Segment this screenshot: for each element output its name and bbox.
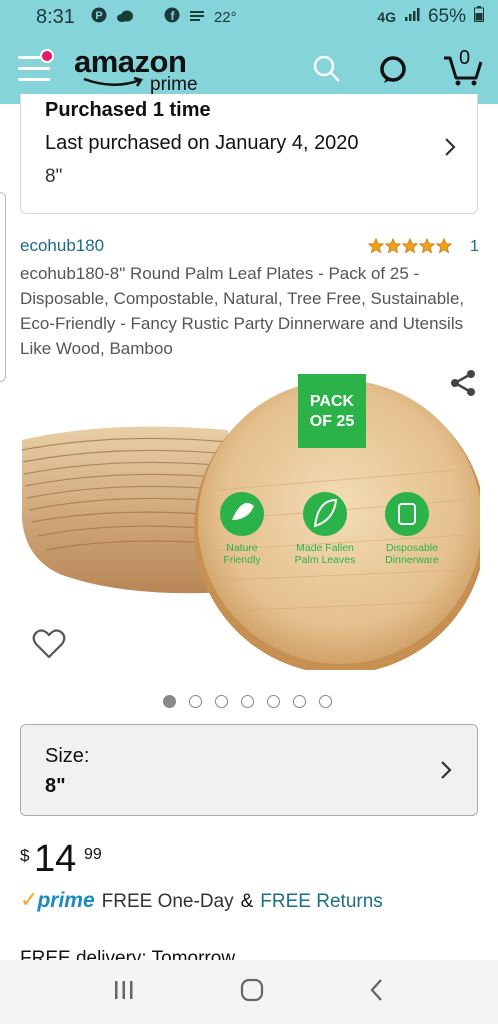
recent-apps-button[interactable] (112, 979, 136, 1006)
image-pagination[interactable] (163, 695, 332, 708)
logo-subtext: prime (150, 74, 198, 95)
price-fraction: 99 (84, 846, 102, 863)
palm-leaf-icon (303, 492, 347, 536)
star-icon (402, 238, 418, 254)
alexa-icon[interactable] (378, 54, 408, 89)
network-type: 4G (377, 9, 396, 25)
purchased-times: Purchased 1 time (45, 99, 211, 121)
cart-icon[interactable]: 0 (442, 47, 484, 91)
amazon-prime-logo[interactable]: amazon prime (74, 44, 198, 95)
home-button[interactable] (239, 977, 265, 1008)
cloud-icon (116, 9, 134, 26)
size-label: Size: (45, 745, 90, 767)
product-title: ecohub180-8" Round Palm Leaf Plates - Pa… (20, 264, 465, 358)
pagination-dot[interactable] (241, 695, 254, 708)
pagination-dot[interactable] (215, 695, 228, 708)
temperature: 22° (213, 8, 237, 26)
notification-icons: P f 22° (91, 7, 237, 27)
notification-dot (40, 49, 54, 63)
share-icon[interactable] (448, 368, 478, 403)
star-icon (385, 238, 401, 254)
star-rating[interactable] (368, 238, 452, 254)
feature2-line2: Palm Leaves (295, 554, 356, 566)
star-icon (368, 238, 384, 254)
purchased-size: 8" (45, 166, 63, 187)
logo-text: amazon (74, 44, 187, 79)
feature1-line2: Friendly (223, 554, 261, 566)
pagination-dot[interactable] (319, 695, 332, 708)
last-purchased-date: Last purchased on January 4, 2020 (45, 132, 359, 154)
pagination-dot[interactable] (267, 695, 280, 708)
price-whole: 14 (34, 838, 77, 880)
moon-icon (143, 8, 155, 26)
pinterest-icon: P (91, 7, 107, 27)
pack-badge (298, 374, 366, 448)
size-value: 8" (45, 775, 66, 797)
smile-icon (83, 76, 143, 87)
star-icon (419, 238, 435, 254)
chevron-right-icon (443, 136, 457, 163)
heart-icon[interactable] (32, 628, 66, 665)
brand-link[interactable]: ecohub180 (20, 236, 104, 256)
badge-line1: PACK (310, 393, 355, 410)
facebook-icon: f (164, 7, 180, 27)
signal-icon (404, 6, 420, 28)
size-selector[interactable]: Size: 8" (20, 724, 478, 816)
system-nav-bar (0, 960, 498, 1024)
battery-level: 65% (427, 6, 466, 27)
feature2-line1: Made Fallen (296, 542, 354, 554)
pagination-dot[interactable] (293, 695, 306, 708)
free-one-day: FREE One-Day (101, 891, 234, 912)
clock: 8:31 (36, 5, 75, 28)
menu-button[interactable] (18, 49, 54, 84)
delivery-date: FREE delivery: Tomorrow (20, 948, 236, 960)
badge-line2: OF 25 (310, 413, 355, 430)
dinnerware-icon (385, 492, 429, 536)
star-icon (436, 238, 452, 254)
rating-count[interactable]: 1 (470, 238, 479, 256)
free-returns-link[interactable]: FREE Returns (260, 891, 382, 913)
system-indicators: 4G 65% (377, 6, 484, 28)
back-button[interactable] (368, 977, 386, 1008)
prime-delivery: ✓ prime FREE One-Day & FREE Returns (20, 887, 383, 913)
status-bar: 8:31 P f 22° 4G 65% (0, 0, 498, 34)
feature3-line1: Disposable (386, 542, 438, 554)
prime-label: prime (37, 889, 95, 912)
pagination-dot[interactable] (163, 695, 176, 708)
purchase-history-card[interactable]: Purchased 1 time Last purchased on Janua… (20, 94, 478, 214)
product-image[interactable]: PACK OF 25 Nature Friendly Made Fallen P… (18, 370, 486, 674)
feature1-line1: Nature (226, 542, 258, 554)
chevron-right-icon (439, 759, 453, 786)
prime-check-icon: ✓ (20, 887, 39, 912)
price-symbol: $ (20, 846, 30, 865)
cart-count: 0 (459, 47, 471, 69)
feature3-line2: Dinnerware (385, 554, 439, 566)
ampersand: & (240, 891, 254, 912)
weather-icon (189, 8, 205, 26)
svg-text:P: P (95, 10, 102, 22)
battery-icon (474, 6, 484, 28)
search-icon[interactable] (312, 54, 342, 89)
side-drawer-handle[interactable] (0, 192, 6, 382)
pagination-dot[interactable] (189, 695, 202, 708)
